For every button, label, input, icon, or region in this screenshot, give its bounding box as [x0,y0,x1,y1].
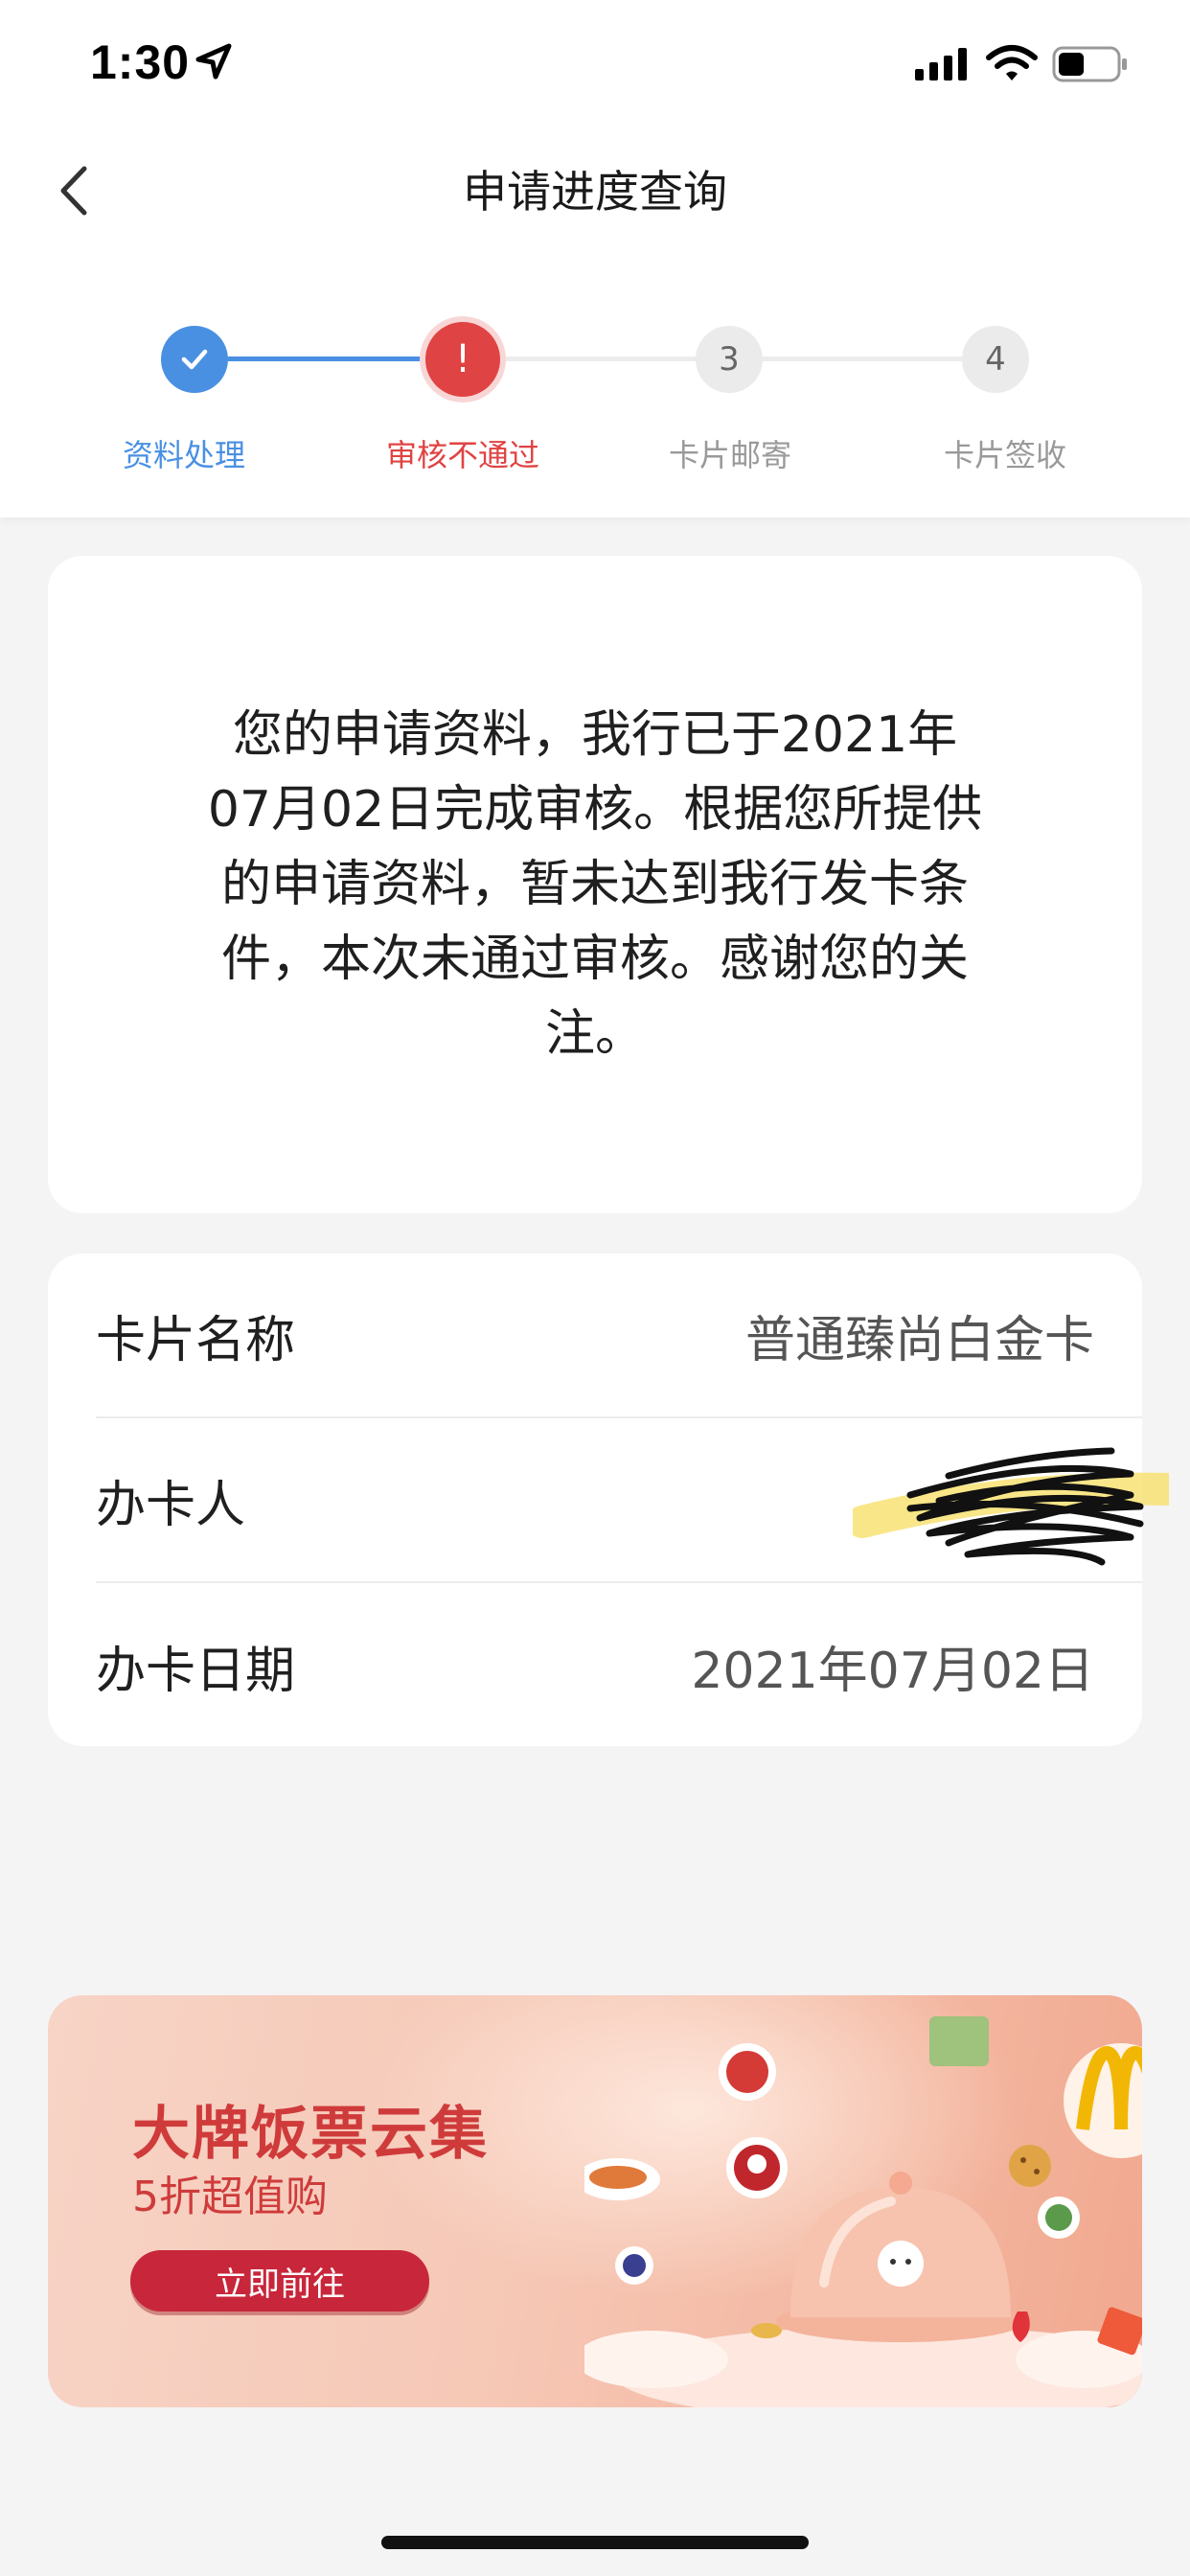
card-name-value: 普通臻尚白金卡 [744,1311,1094,1369]
applicant-label: 办卡人 [96,1476,246,1534]
plate-food-icon [584,2158,660,2200]
coin-icon [751,2323,782,2338]
checkmark-icon [181,349,208,370]
step-connector-1 [228,356,425,361]
step-2-label: 审核不通过 [385,437,539,473]
info-row-card-name: 卡片名称 普通臻尚白金卡 [96,1254,1142,1418]
step-3-label: 卡片邮寄 [668,437,791,473]
step-3-pending: 3 [696,326,763,393]
card-name-label: 卡片名称 [96,1311,296,1369]
cookie-icon [1009,2145,1051,2187]
home-indicator[interactable] [381,2536,809,2549]
tea-brand-logo-icon [929,2016,989,2066]
redaction-scribble [853,1447,1169,1566]
info-row-date: 办卡日期 2021年07月02日 [96,1583,1142,1748]
step-4-label: 卡片签收 [943,437,1066,473]
banner-go-button[interactable]: 立即前往 [130,2250,429,2312]
step-3-number: 3 [719,340,740,379]
nav-bar: 申请进度查询 [0,126,1190,253]
step-4-number: 4 [985,340,1006,379]
status-bar: 1:30 [0,0,1190,126]
step-4-pending: 4 [962,326,1029,393]
banner-subtitle: 5折超值购 [132,2173,328,2221]
wifi-icon [986,45,1038,80]
page-title: 申请进度查询 [463,166,727,218]
progress-stepper: 资料处理 ! 审核不通过 3 卡片邮寄 4 卡片签收 [0,253,1190,518]
application-info-card: 卡片名称 普通臻尚白金卡 办卡人 办卡日期 2021年07月02日 [48,1254,1169,1748]
step-2-failed: ! [425,322,500,397]
pizza-hut-logo-icon [719,2043,776,2101]
apply-date-value: 2021年07月02日 [691,1642,1094,1700]
step-connector-2 [498,356,698,361]
step-1-done [161,326,228,393]
mcdonalds-logo-icon [1064,2043,1142,2158]
battery-icon [1052,46,1127,82]
banner-title: 大牌饭票云集 [132,2101,489,2168]
cellular-signal-icon [915,48,967,80]
apply-date-label: 办卡日期 [96,1642,296,1700]
food-brands-illustration [584,2016,1142,2407]
exclamation-icon: ! [454,337,471,381]
kfc-logo-icon [726,2137,788,2198]
promo-banner[interactable]: 大牌饭票云集 5折超值购 立即前往 [48,1995,1142,2407]
step-1-label: 资料处理 [122,437,245,473]
brand-badge-icon [615,2246,653,2285]
result-message-card: 您的申请资料，我行已于2021年07月02日完成审核。根据您所提供的申请资料，暂… [48,556,1142,1213]
step-connector-3 [763,356,962,361]
result-message: 您的申请资料，我行已于2021年07月02日完成审核。根据您所提供的申请资料，暂… [207,706,983,1063]
monkey-logo-icon [1038,2196,1080,2239]
info-row-applicant: 办卡人 [96,1418,1169,1583]
status-time: 1:30 [90,35,191,89]
location-arrow-icon [195,43,232,80]
